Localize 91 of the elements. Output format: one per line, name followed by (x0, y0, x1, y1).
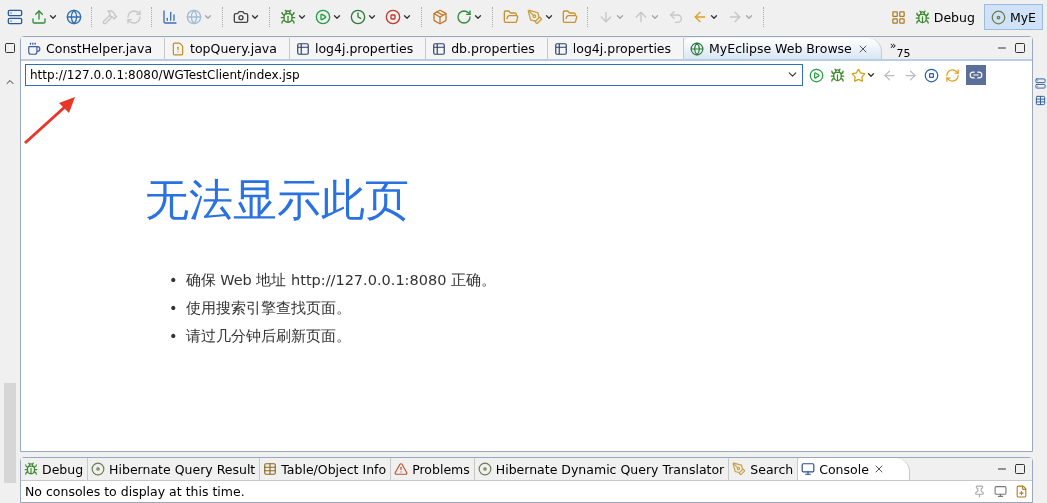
bug-icon (830, 67, 845, 83)
play-icon (315, 9, 331, 25)
bug-icon (24, 462, 38, 476)
caret-icon (297, 12, 307, 22)
play-icon (809, 67, 824, 83)
table-icon[interactable] (1034, 95, 1046, 106)
table-icon (295, 41, 310, 56)
clock-icon (350, 9, 366, 25)
maximize-icon[interactable] (1014, 42, 1026, 54)
perspective-button[interactable]: MyE (983, 4, 1043, 30)
link-icon[interactable] (966, 65, 986, 85)
caret-icon (367, 12, 377, 22)
panel-tab[interactable]: Console (798, 458, 910, 480)
refresh-icon (126, 9, 142, 25)
star-icon (851, 67, 866, 83)
caret-icon (48, 12, 58, 22)
monitor-icon (801, 462, 816, 476)
panel-tab[interactable]: Hibernate Dynamic Query Translator (474, 458, 730, 480)
chart-icon (162, 9, 178, 25)
panel-tab[interactable]: Hibernate Query Result (88, 458, 261, 480)
editor-tab[interactable]: MyEclipse Web Browse (684, 38, 882, 59)
perspective-button[interactable]: Debug (907, 4, 982, 30)
restore-icon[interactable] (4, 42, 16, 54)
bug-icon (280, 9, 296, 25)
disc-icon (91, 462, 106, 476)
panel-tab[interactable]: Debug (21, 458, 89, 480)
table-icon (553, 41, 568, 56)
bullet-marker: • (169, 327, 178, 346)
panel-tab[interactable]: Table/Object Info (260, 458, 392, 480)
caret-icon (866, 70, 876, 80)
warning-icon (394, 462, 409, 476)
refresh-icon (456, 9, 472, 25)
caret-icon (744, 12, 754, 22)
new-console-icon[interactable] (1015, 484, 1028, 498)
undo-icon (668, 9, 684, 25)
bug-icon (914, 9, 930, 25)
url-field[interactable]: http://127.0.0.1:8080/WGTestClient/index.jsp (25, 64, 803, 86)
arrow-right-icon (903, 67, 918, 83)
annotation-arrow (23, 97, 77, 147)
maximize-icon[interactable] (1014, 463, 1026, 475)
globe-icon (690, 41, 705, 56)
refresh-icon (945, 67, 960, 83)
pin-icon[interactable] (973, 484, 986, 498)
bullet-marker: • (169, 271, 178, 290)
tab-overflow-button[interactable]: » 75 (881, 39, 919, 59)
panel-tab[interactable]: Problems (391, 458, 475, 480)
folder-icon (503, 9, 519, 25)
bullet-marker: • (169, 299, 178, 318)
server-icon[interactable] (1034, 78, 1046, 89)
caret-icon (709, 12, 719, 22)
package-icon (432, 9, 448, 25)
arrow-down-icon (598, 9, 614, 25)
editor-tab[interactable]: log4j.properties (547, 38, 685, 59)
caret-icon (203, 12, 213, 22)
pen-icon (732, 462, 747, 476)
caret-icon (250, 12, 260, 22)
folder-icon (562, 9, 578, 25)
globe-icon (66, 9, 82, 25)
stop-icon (385, 9, 401, 25)
caret-icon (332, 12, 342, 22)
error-heading: 无法显示此页 (145, 173, 410, 227)
coffee-icon (27, 41, 41, 56)
hammer-icon (102, 9, 118, 25)
editor-tab[interactable]: log4j.properties (289, 38, 427, 59)
suggestion-item: 请过几分钟后刷新页面。 (185, 327, 351, 346)
caret-icon (473, 12, 483, 22)
table-icon (432, 41, 447, 56)
table-icon (263, 462, 278, 476)
upload-icon (31, 9, 47, 25)
editor-tab[interactable]: db.properties (426, 38, 548, 59)
camera-icon (233, 9, 249, 25)
disc-icon (990, 9, 1006, 25)
console-message: No consoles to display at this time. (25, 483, 245, 499)
globe-icon (186, 9, 202, 25)
file-warning-icon (171, 41, 186, 56)
disc-icon (477, 462, 492, 476)
arrow-up-icon (633, 9, 649, 25)
suggestion-item: 确保 Web 地址 http://127.0.0.1:8080 正确。 (185, 271, 496, 290)
server-icon (7, 9, 23, 25)
open-perspective-icon (890, 9, 906, 25)
caret-icon (615, 12, 625, 22)
suggestion-item: 使用搜索引擎查找页面。 (185, 299, 351, 318)
stop-icon (924, 67, 939, 83)
caret-icon (650, 12, 660, 22)
pen-icon (527, 9, 543, 25)
scrollbar[interactable] (4, 383, 16, 483)
editor-tab[interactable]: ConstHelper.java (21, 38, 166, 59)
caret-icon (544, 12, 554, 22)
monitor-icon[interactable] (994, 484, 1007, 498)
editor-tab[interactable]: topQuery.java (165, 38, 290, 59)
caret-icon (402, 12, 412, 22)
